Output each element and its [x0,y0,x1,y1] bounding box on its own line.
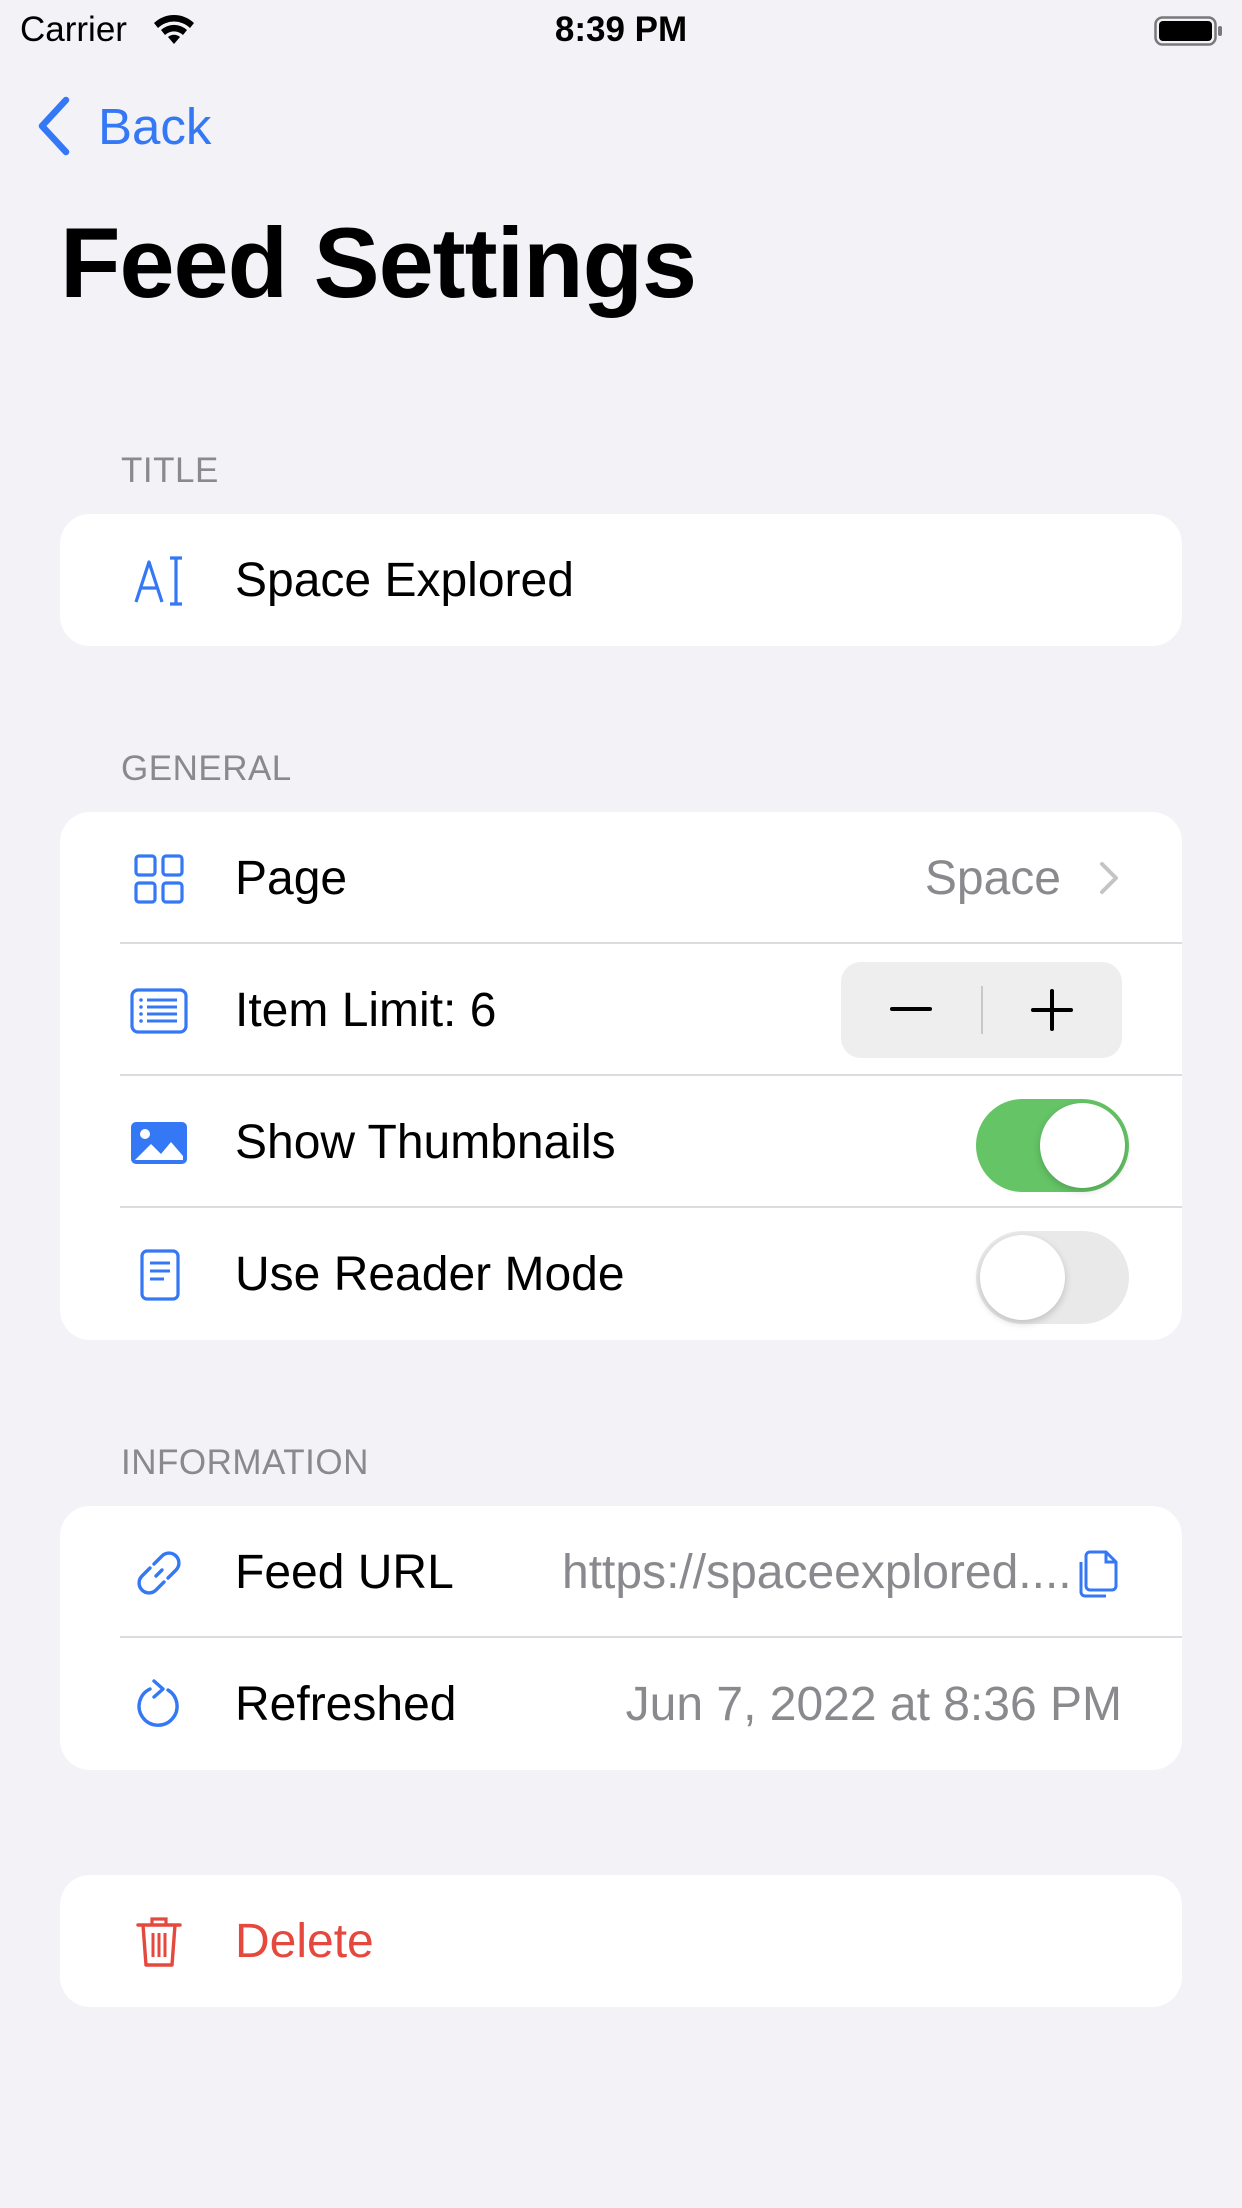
item-limit-label: Item Limit: 6 [235,983,497,1037]
copy-icon[interactable] [1076,1548,1122,1600]
chevron-right-icon [1100,862,1118,894]
reader-mode-toggle[interactable] [976,1231,1129,1324]
feed-title-value: Space Explored [235,553,574,607]
page-value: Space [924,851,1061,905]
show-thumbnails-row: Show Thumbnails [60,1076,1182,1208]
feed-url-value: https://spaceexplored.... [562,1545,1072,1599]
feed-url-label: Feed URL [235,1545,454,1599]
item-limit-stepper [841,962,1122,1058]
show-thumbnails-toggle[interactable] [976,1099,1129,1192]
information-card: Feed URL https://spaceexplored.... Refre… [60,1506,1182,1770]
page-row[interactable]: Page Space [60,812,1182,944]
increment-button[interactable] [983,962,1123,1058]
item-limit-row: Item Limit: 6 [60,944,1182,1076]
feed-settings-screen: Carrier 8:39 PM Back Feed Settings TITLE… [0,0,1242,2208]
status-bar: Carrier 8:39 PM [0,0,1242,62]
page-title: Feed Settings [60,207,697,318]
section-header-general: GENERAL [121,749,292,788]
section-header-title: TITLE [121,451,219,490]
section-header-information: INFORMATION [121,1443,369,1482]
refreshed-label: Refreshed [235,1677,457,1731]
toggle-knob [980,1235,1065,1320]
refreshed-value: Jun 7, 2022 at 8:36 PM [625,1677,1122,1731]
document-icon [140,1249,180,1301]
title-row[interactable]: Space Explored [60,514,1182,646]
list-icon [130,988,188,1034]
refresh-icon [137,1679,179,1727]
delete-label: Delete [235,1914,374,1968]
reader-mode-label: Use Reader Mode [235,1247,625,1301]
link-icon [137,1551,181,1595]
back-button[interactable]: Back [36,96,211,156]
feed-url-row: Feed URL https://spaceexplored.... [60,1506,1182,1638]
clock: 8:39 PM [554,10,688,49]
page-label: Page [235,851,348,905]
reader-mode-row: Use Reader Mode [60,1208,1182,1340]
trash-icon [136,1917,182,1967]
plus-icon [1031,989,1074,1031]
delete-button[interactable]: Delete [60,1875,1182,2007]
delete-card: Delete [60,1875,1182,2007]
show-thumbnails-label: Show Thumbnails [235,1115,616,1169]
general-card: Page Space Item Limit: 6 Show Thumbnails… [60,812,1182,1340]
minus-icon [889,1007,932,1011]
refreshed-row: Refreshed Jun 7, 2022 at 8:36 PM [60,1638,1182,1770]
text-cursor-icon [134,556,182,606]
decrement-button[interactable] [841,962,981,1058]
toggle-knob [1040,1103,1125,1188]
battery-icon [1154,16,1222,46]
back-label: Back [98,97,212,155]
title-card: Space Explored [60,514,1182,646]
photo-icon [131,1122,187,1164]
grid-icon [134,854,184,904]
chevron-left-icon [38,96,70,156]
